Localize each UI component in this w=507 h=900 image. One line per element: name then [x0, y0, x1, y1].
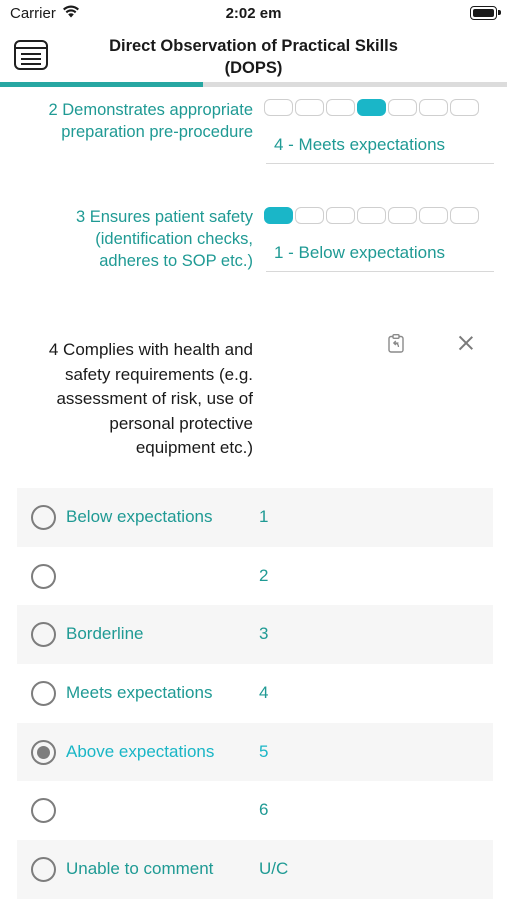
- answer-option-row[interactable]: Borderline 3: [17, 605, 493, 665]
- radio-button[interactable]: [31, 563, 56, 589]
- rating-segment[interactable]: [326, 207, 355, 224]
- question-4-label-line: safety requirements (e.g.: [64, 364, 253, 384]
- answer-option-score: 4: [259, 683, 269, 703]
- question-3-value-field[interactable]: 1 - Below expectations: [266, 243, 494, 272]
- question-3-label-line: adheres to SOP etc.): [99, 252, 253, 270]
- rating-segment[interactable]: [264, 99, 293, 116]
- navigation-bar: Direct Observation of Practical Skills (…: [0, 28, 507, 82]
- answer-option-row[interactable]: Unable to comment U/C: [17, 840, 493, 899]
- question-3-label-line: (identification checks,: [95, 230, 253, 248]
- answer-option-label: Borderline: [66, 624, 144, 644]
- question-4-label-line: 4 Complies with health and: [48, 340, 253, 359]
- answer-option-label: Below expectations: [66, 507, 213, 526]
- question-4-label-line: personal protective: [109, 413, 253, 433]
- radio-button[interactable]: [31, 622, 56, 648]
- page-title: Direct Observation of Practical Skills (…: [70, 35, 437, 79]
- rating-segment[interactable]: [450, 99, 479, 116]
- question-3-label: 3 Ensures patient safety (identification…: [10, 206, 253, 272]
- menu-icon[interactable]: [14, 40, 48, 70]
- rating-segment[interactable]: [295, 207, 324, 224]
- rating-segment[interactable]: [264, 207, 293, 224]
- answer-option-row[interactable]: Below expectations 1: [17, 488, 493, 547]
- clock: 2:02 em: [225, 5, 282, 22]
- page-title-line-2: (DOPS): [224, 59, 283, 77]
- rating-segment[interactable]: [388, 207, 417, 224]
- answer-option-score: 2: [259, 565, 269, 585]
- form-progress-fill: [0, 82, 203, 87]
- answer-option-score: 5: [259, 741, 269, 761]
- rating-segment[interactable]: [326, 99, 355, 116]
- question-2-value-field[interactable]: 4 - Meets expectations: [266, 135, 494, 164]
- answer-option-label: Meets expectations: [66, 683, 213, 703]
- rating-segment[interactable]: [419, 207, 448, 224]
- answer-options-list: Below expectations 1 2 Borderline 3 Meets exp…: [17, 488, 493, 899]
- rating-segment[interactable]: [357, 207, 386, 224]
- radio-button[interactable]: [31, 739, 56, 765]
- form-progress-bar: [0, 82, 507, 87]
- status-bar: Carrier 2:02 em: [0, 0, 507, 28]
- answer-option-score: 1: [259, 507, 269, 526]
- question-2-label-line: preparation pre-procedure: [61, 123, 253, 141]
- answer-option-score: 6: [259, 800, 269, 820]
- battery-icon: [470, 6, 501, 20]
- answer-option-row[interactable]: 2: [17, 547, 493, 606]
- question-4-label-line: equipment etc.): [135, 438, 253, 457]
- question-3-label-line: 3 Ensures patient safety: [75, 208, 253, 226]
- rating-segment[interactable]: [419, 99, 448, 116]
- radio-button[interactable]: [31, 798, 56, 824]
- answer-option-score: 3: [259, 624, 269, 644]
- answer-option-label: Above expectations: [66, 741, 215, 761]
- radio-button[interactable]: [31, 681, 56, 707]
- rating-segment[interactable]: [388, 99, 417, 116]
- rating-segment[interactable]: [450, 207, 479, 224]
- question-2-label: 2 Demonstrates appropriate preparation p…: [10, 99, 253, 143]
- answer-option-score: U/C: [259, 859, 289, 879]
- question-2-rating-segments[interactable]: [264, 99, 479, 116]
- question-4-label-line: assessment of risk, use of: [56, 389, 253, 408]
- page-title-line-1: Direct Observation of Practical Skills: [109, 37, 398, 55]
- close-icon[interactable]: [459, 336, 473, 350]
- question-2-label-line: 2 Demonstrates appropriate: [48, 101, 253, 119]
- answer-option-label: Unable to comment: [66, 859, 214, 879]
- question-3-rating-segments[interactable]: [264, 207, 479, 224]
- radio-button[interactable]: [31, 505, 56, 530]
- clipboard-icon[interactable]: [388, 334, 404, 353]
- answer-option-row[interactable]: Meets expectations 4: [17, 664, 493, 723]
- radio-button[interactable]: [31, 857, 56, 883]
- rating-segment[interactable]: [357, 99, 386, 116]
- answer-option-row[interactable]: Above expectations 5: [17, 722, 493, 782]
- rating-segment[interactable]: [295, 99, 324, 116]
- question-4-label: 4 Complies with health and safety requir…: [10, 338, 253, 461]
- answer-option-row[interactable]: 6: [17, 781, 493, 840]
